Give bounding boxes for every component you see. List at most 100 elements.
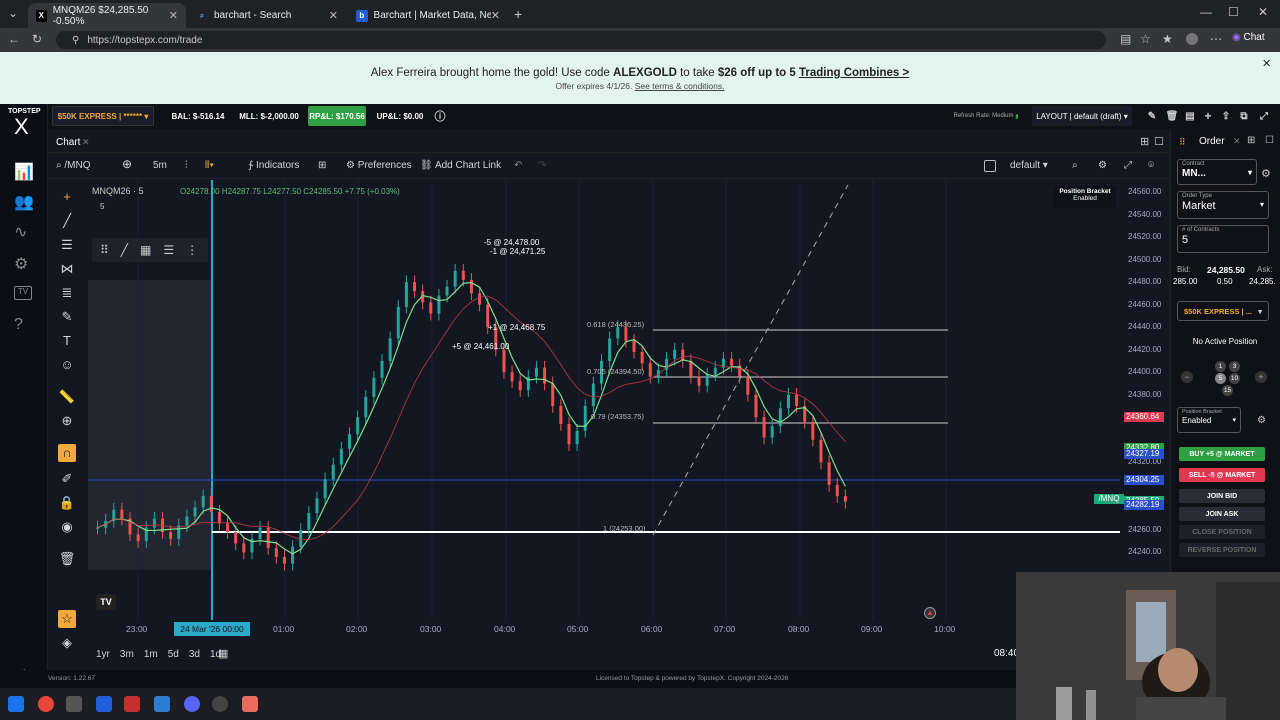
qty-preset-chip[interactable]: 10 bbox=[1229, 373, 1240, 384]
add-panel-icon[interactable]: ⊞ bbox=[1247, 135, 1255, 146]
tradingview-icon[interactable]: TV bbox=[14, 286, 32, 300]
buy-market-button[interactable]: BUY +5 @ MARKET bbox=[1179, 447, 1265, 461]
close-banner-icon[interactable]: ✕ bbox=[1262, 57, 1271, 70]
obs-icon[interactable] bbox=[212, 696, 228, 712]
order-panel-drag-icon[interactable]: ⠿ bbox=[1179, 137, 1186, 148]
help-icon[interactable]: ? bbox=[14, 316, 23, 334]
browser-tab-barchart[interactable]: b Barchart | Market Data, News, Trad ✕ bbox=[348, 3, 508, 28]
expand-icon[interactable]: ⤢ bbox=[1124, 160, 1132, 171]
qty-preset-chip[interactable]: 1 bbox=[1215, 361, 1226, 372]
join-bid-button[interactable]: JOIN BID bbox=[1179, 489, 1265, 503]
ruler-icon[interactable]: 📏 bbox=[58, 388, 76, 406]
layout-toggle-icon[interactable] bbox=[984, 160, 996, 172]
camera-icon[interactable]: ⌾ bbox=[1148, 160, 1154, 171]
edge-icon[interactable] bbox=[154, 696, 170, 712]
symbol-search[interactable]: ⌕ /MNQ bbox=[56, 160, 91, 171]
qty-preset-chip[interactable]: 5 bbox=[1215, 373, 1226, 384]
brush-icon[interactable]: ✎ bbox=[58, 308, 76, 326]
emoji-icon[interactable]: ☺ bbox=[58, 356, 76, 374]
analytics-icon[interactable]: ∿ bbox=[14, 222, 27, 242]
delete-icon[interactable]: 🗑 bbox=[58, 550, 76, 568]
chat-button[interactable]: ◉ Chat bbox=[1232, 32, 1265, 43]
order-account-select[interactable]: $50K EXPRESS | ... ▾ bbox=[1177, 301, 1269, 321]
settings-icon[interactable]: ⚙ bbox=[14, 254, 28, 274]
price-chart[interactable] bbox=[88, 180, 1120, 620]
start-icon[interactable] bbox=[8, 696, 24, 712]
favorite-icon[interactable]: ☆ bbox=[1140, 32, 1151, 46]
users-icon[interactable]: 👥 bbox=[14, 192, 34, 212]
range-button[interactable]: 1m bbox=[144, 649, 158, 660]
increase-qty-button[interactable]: + bbox=[1255, 371, 1267, 383]
eye-icon[interactable]: ◉ bbox=[58, 518, 76, 536]
close-order-tab-icon[interactable]: ✕ bbox=[1233, 136, 1241, 147]
close-tab-icon[interactable]: ✕ bbox=[329, 9, 338, 22]
minimize-icon[interactable]: — bbox=[1200, 5, 1212, 19]
drag-handle-icon[interactable]: ⠿ bbox=[100, 243, 109, 257]
chart-settings-icon[interactable]: ⚙ bbox=[1098, 160, 1107, 171]
contract-select[interactable]: Contract MN... ▾ bbox=[1177, 159, 1257, 185]
more-icon[interactable]: ⋯ bbox=[1210, 32, 1222, 46]
order-type-select[interactable]: Order Type Market ▾ bbox=[1177, 191, 1269, 219]
magnet-icon[interactable]: ∩ bbox=[58, 444, 76, 462]
close-tab-icon[interactable]: ✕ bbox=[491, 9, 500, 22]
interval-selector[interactable]: 5m bbox=[153, 160, 167, 171]
close-position-button[interactable]: CLOSE POSITION bbox=[1179, 525, 1265, 539]
discord-icon[interactable] bbox=[184, 696, 200, 712]
reload-icon[interactable]: ↻ bbox=[32, 32, 42, 46]
trash-icon[interactable]: 🗑 bbox=[1166, 106, 1179, 126]
save-icon[interactable]: ▤ bbox=[1184, 106, 1196, 126]
pin-icon[interactable]: ✎ bbox=[1146, 106, 1158, 126]
zoom-in-icon[interactable]: ⊕ bbox=[58, 412, 76, 430]
range-button[interactable]: 3d bbox=[189, 649, 200, 660]
grid-tool-icon[interactable]: ▦ bbox=[140, 243, 151, 257]
chart-tab-title[interactable]: Chart bbox=[56, 137, 80, 148]
range-button[interactable]: 1yr bbox=[96, 649, 110, 660]
candle-type-icon[interactable]: ⫴▾ bbox=[205, 160, 214, 171]
chrome-icon[interactable] bbox=[38, 696, 54, 712]
reverse-position-button[interactable]: REVERSE POSITION bbox=[1179, 543, 1265, 557]
sell-market-button[interactable]: SELL -5 @ MARKET bbox=[1179, 468, 1265, 482]
decrease-qty-button[interactable]: − bbox=[1181, 371, 1193, 383]
file-explorer-icon[interactable] bbox=[66, 696, 82, 712]
crosshair-icon[interactable]: + bbox=[58, 188, 76, 206]
line-tool-icon[interactable]: ╱ bbox=[121, 243, 128, 257]
template-selector[interactable]: default ▾ bbox=[1010, 160, 1048, 171]
fullscreen-icon[interactable]: ⤢ bbox=[1258, 106, 1270, 126]
contracts-input[interactable]: # of Contracts 5 bbox=[1177, 225, 1269, 253]
range-button[interactable]: 3m bbox=[120, 649, 134, 660]
compare-icon[interactable]: ⊕ bbox=[122, 157, 132, 171]
account-selector[interactable]: $50K EXPRESS | ****** ▾ bbox=[52, 106, 154, 126]
back-icon[interactable]: ← bbox=[8, 32, 20, 46]
browser-tab-search[interactable]: ⌕ barchart - Search ✕ bbox=[188, 3, 346, 28]
popout-icon[interactable]: ⧉ bbox=[1238, 106, 1250, 126]
add-panel-icon[interactable]: ⊞ bbox=[1140, 135, 1149, 148]
vscode-icon[interactable] bbox=[96, 696, 112, 712]
bracket-select[interactable]: Position Bracket Enabled ▾ bbox=[1177, 407, 1241, 433]
templates-icon[interactable]: ⊞ bbox=[318, 160, 326, 171]
contract-settings-icon[interactable]: ⚙ bbox=[1261, 167, 1271, 180]
more-tool-icon[interactable]: ⋮ bbox=[186, 243, 198, 257]
join-ask-button[interactable]: JOIN ASK bbox=[1179, 507, 1265, 521]
range-button[interactable]: 5d bbox=[168, 649, 179, 660]
export-icon[interactable]: ⇪ bbox=[1220, 106, 1232, 126]
url-field[interactable]: ⚲ https://topstepx.com/trade bbox=[56, 31, 1106, 49]
terms-link[interactable]: See terms & conditions. bbox=[635, 81, 725, 91]
qty-preset-chip[interactable]: 15 bbox=[1222, 385, 1233, 396]
add-widget-icon[interactable]: + bbox=[1202, 106, 1214, 126]
close-chart-tab-icon[interactable]: ✕ bbox=[82, 137, 90, 148]
new-tab-icon[interactable]: + bbox=[514, 6, 522, 22]
maximize-panel-icon[interactable]: ☐ bbox=[1154, 135, 1164, 148]
star-icon[interactable]: ☆ bbox=[58, 610, 76, 628]
indicators-button[interactable]: ∱ Indicators bbox=[248, 160, 299, 171]
maximize-icon[interactable]: ☐ bbox=[1228, 5, 1239, 19]
profile-avatar[interactable] bbox=[1186, 33, 1198, 45]
event-marker-icon[interactable]: ▲ bbox=[924, 607, 936, 619]
favorites-icon[interactable]: ★ bbox=[1162, 32, 1173, 46]
bracket-settings-icon[interactable]: ⚙ bbox=[1257, 415, 1266, 426]
app-icon[interactable] bbox=[242, 696, 258, 712]
redo-icon[interactable]: ↷ bbox=[538, 160, 546, 171]
pattern-icon[interactable]: ⋈ bbox=[58, 260, 76, 278]
trendline-icon[interactable]: ╱ bbox=[58, 212, 76, 230]
list-tool-icon[interactable]: ☰ bbox=[163, 243, 174, 257]
qty-preset-chip[interactable]: 3 bbox=[1229, 361, 1240, 372]
